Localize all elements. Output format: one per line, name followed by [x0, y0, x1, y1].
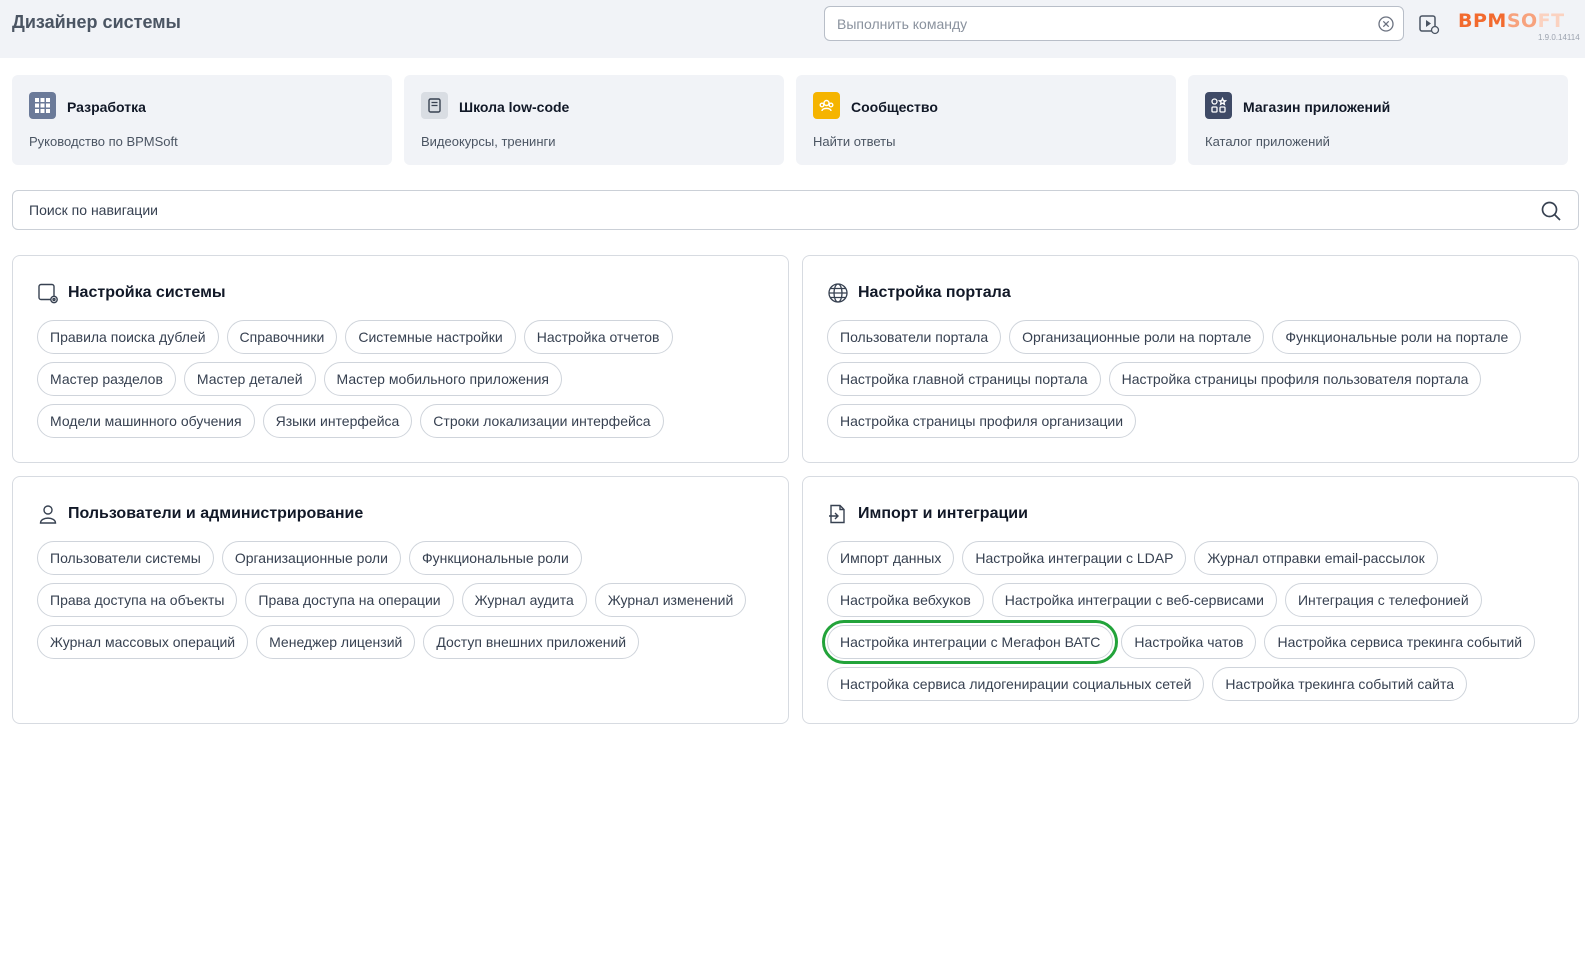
nav-chip[interactable]: Настройка сервиса трекинга событий: [1264, 625, 1536, 659]
card-title: Разработка: [67, 99, 146, 115]
nav-chip[interactable]: Настройка сервиса лидогенирации социальн…: [827, 667, 1205, 701]
command-input[interactable]: [837, 7, 1357, 40]
card-lowcode-school[interactable]: Школа low-code Видеокурсы, тренинги: [404, 75, 784, 165]
card-community[interactable]: Сообщество Найти ответы: [796, 75, 1176, 165]
card-development[interactable]: Разработка Руководство по BPMSoft: [12, 75, 392, 165]
chip-list: Пользователи портала Организационные роли…: [827, 320, 1566, 446]
nav-chip[interactable]: Функциональные роли на портале: [1272, 320, 1522, 354]
card-subtitle: Найти ответы: [813, 134, 896, 149]
nav-chip[interactable]: Мастер разделов: [37, 362, 176, 396]
page-title: Дизайнер системы: [12, 12, 181, 32]
nav-chip[interactable]: Импорт данных: [827, 541, 955, 575]
nav-chip[interactable]: Настройка интеграции с LDAP: [962, 541, 1187, 575]
grid-icon: [29, 92, 56, 119]
chip-list: Пользователи системы Организационные роли…: [37, 541, 776, 667]
clear-icon[interactable]: [1377, 15, 1395, 33]
nav-chip[interactable]: Настройка главной страницы портала: [827, 362, 1101, 396]
nav-chip[interactable]: Настройка трекинга событий сайта: [1212, 667, 1467, 701]
bpmsoft-logo: BPMSOFT: [1458, 10, 1565, 32]
nav-chip[interactable]: Настройка интеграции с веб-сервисами: [991, 583, 1277, 617]
panel-portal-settings: Настройка портала Пользователи портала Ор…: [802, 255, 1579, 463]
nav-chip[interactable]: Права доступа на объекты: [37, 583, 238, 617]
nav-chip[interactable]: Системные настройки: [345, 320, 516, 354]
nav-chip[interactable]: Организационные роли на портале: [1009, 320, 1265, 354]
nav-chip[interactable]: Организационные роли: [221, 541, 401, 575]
nav-chip[interactable]: Модели машинного обучения: [37, 404, 255, 438]
globe-icon: [828, 283, 848, 303]
panel-title: Импорт и интеграции: [858, 505, 1028, 522]
nav-chip[interactable]: Журнал массовых операций: [37, 625, 249, 659]
nav-chip-highlighted[interactable]: Настройка интеграции с Мегафон ВАТС: [821, 620, 1119, 664]
nav-chip[interactable]: Мастер мобильного приложения: [323, 362, 562, 396]
system-settings-icon: [38, 283, 58, 304]
panel-title: Пользователи и администрирование: [68, 505, 364, 522]
nav-chip[interactable]: Права доступа на операции: [245, 583, 454, 617]
nav-chip[interactable]: Мастер деталей: [183, 362, 316, 396]
video-play-icon[interactable]: [1418, 13, 1440, 35]
nav-chip[interactable]: Справочники: [226, 320, 338, 354]
import-icon: [829, 504, 845, 524]
nav-chip[interactable]: Настройка страницы профиля организации: [827, 404, 1137, 438]
nav-chip[interactable]: Строки локализации интерфейса: [420, 404, 664, 438]
nav-chip[interactable]: Пользователи системы: [37, 541, 214, 575]
top-bar: Дизайнер системы BPMSOFT 1.9.0.14114: [0, 0, 1585, 58]
nav-chip[interactable]: Журнал изменений: [594, 583, 747, 617]
nav-chip[interactable]: Языки интерфейса: [262, 404, 413, 438]
panel-title: Настройка портала: [858, 284, 1011, 301]
nav-chip[interactable]: Настройка вебхуков: [827, 583, 984, 617]
card-subtitle: Видеокурсы, тренинги: [421, 134, 556, 149]
chip-list: Правила поиска дублей Справочники Системны…: [37, 320, 776, 446]
apps-icon: [1205, 92, 1232, 119]
command-box: [824, 6, 1404, 41]
navigation-search: [12, 190, 1579, 230]
nav-chip[interactable]: Журнал отправки email-рассылок: [1194, 541, 1438, 575]
chip-list: Импорт данных Настройка интеграции с LDAP…: [821, 541, 1566, 709]
nav-chip[interactable]: Журнал аудита: [461, 583, 587, 617]
nav-chip[interactable]: Интеграция с телефонией: [1284, 583, 1482, 617]
nav-chip[interactable]: Настройка отчетов: [523, 320, 673, 354]
version-label: 1.9.0.14114: [1538, 33, 1580, 42]
nav-chip[interactable]: Настройка чатов: [1121, 625, 1257, 659]
card-title: Школа low-code: [459, 99, 570, 115]
card-app-store[interactable]: Магазин приложений Каталог приложений: [1188, 75, 1568, 165]
panel-system-settings: Настройка системы Правила поиска дублей С…: [12, 255, 789, 463]
panel-users-admin: Пользователи и администрирование Пользов…: [12, 476, 789, 724]
community-icon: [813, 92, 840, 119]
panel-import-integrations: Импорт и интеграции Импорт данных Настрой…: [802, 476, 1579, 724]
nav-chip[interactable]: Правила поиска дублей: [37, 320, 219, 354]
navigation-search-input[interactable]: [29, 191, 1509, 229]
user-icon: [39, 505, 57, 524]
card-subtitle: Каталог приложений: [1205, 134, 1330, 149]
card-title: Сообщество: [851, 99, 938, 115]
nav-chip[interactable]: Настройка страницы профиля пользователя …: [1108, 362, 1482, 396]
panel-title: Настройка системы: [68, 284, 226, 301]
book-icon: [421, 92, 448, 119]
card-title: Магазин приложений: [1243, 99, 1391, 115]
card-subtitle: Руководство по BPMSoft: [29, 134, 178, 149]
nav-chip[interactable]: Доступ внешних приложений: [423, 625, 640, 659]
nav-chip[interactable]: Функциональные роли: [408, 541, 582, 575]
search-icon[interactable]: [1540, 200, 1562, 222]
nav-chip[interactable]: Пользователи портала: [827, 320, 1002, 354]
nav-chip[interactable]: Менеджер лицензий: [256, 625, 416, 659]
